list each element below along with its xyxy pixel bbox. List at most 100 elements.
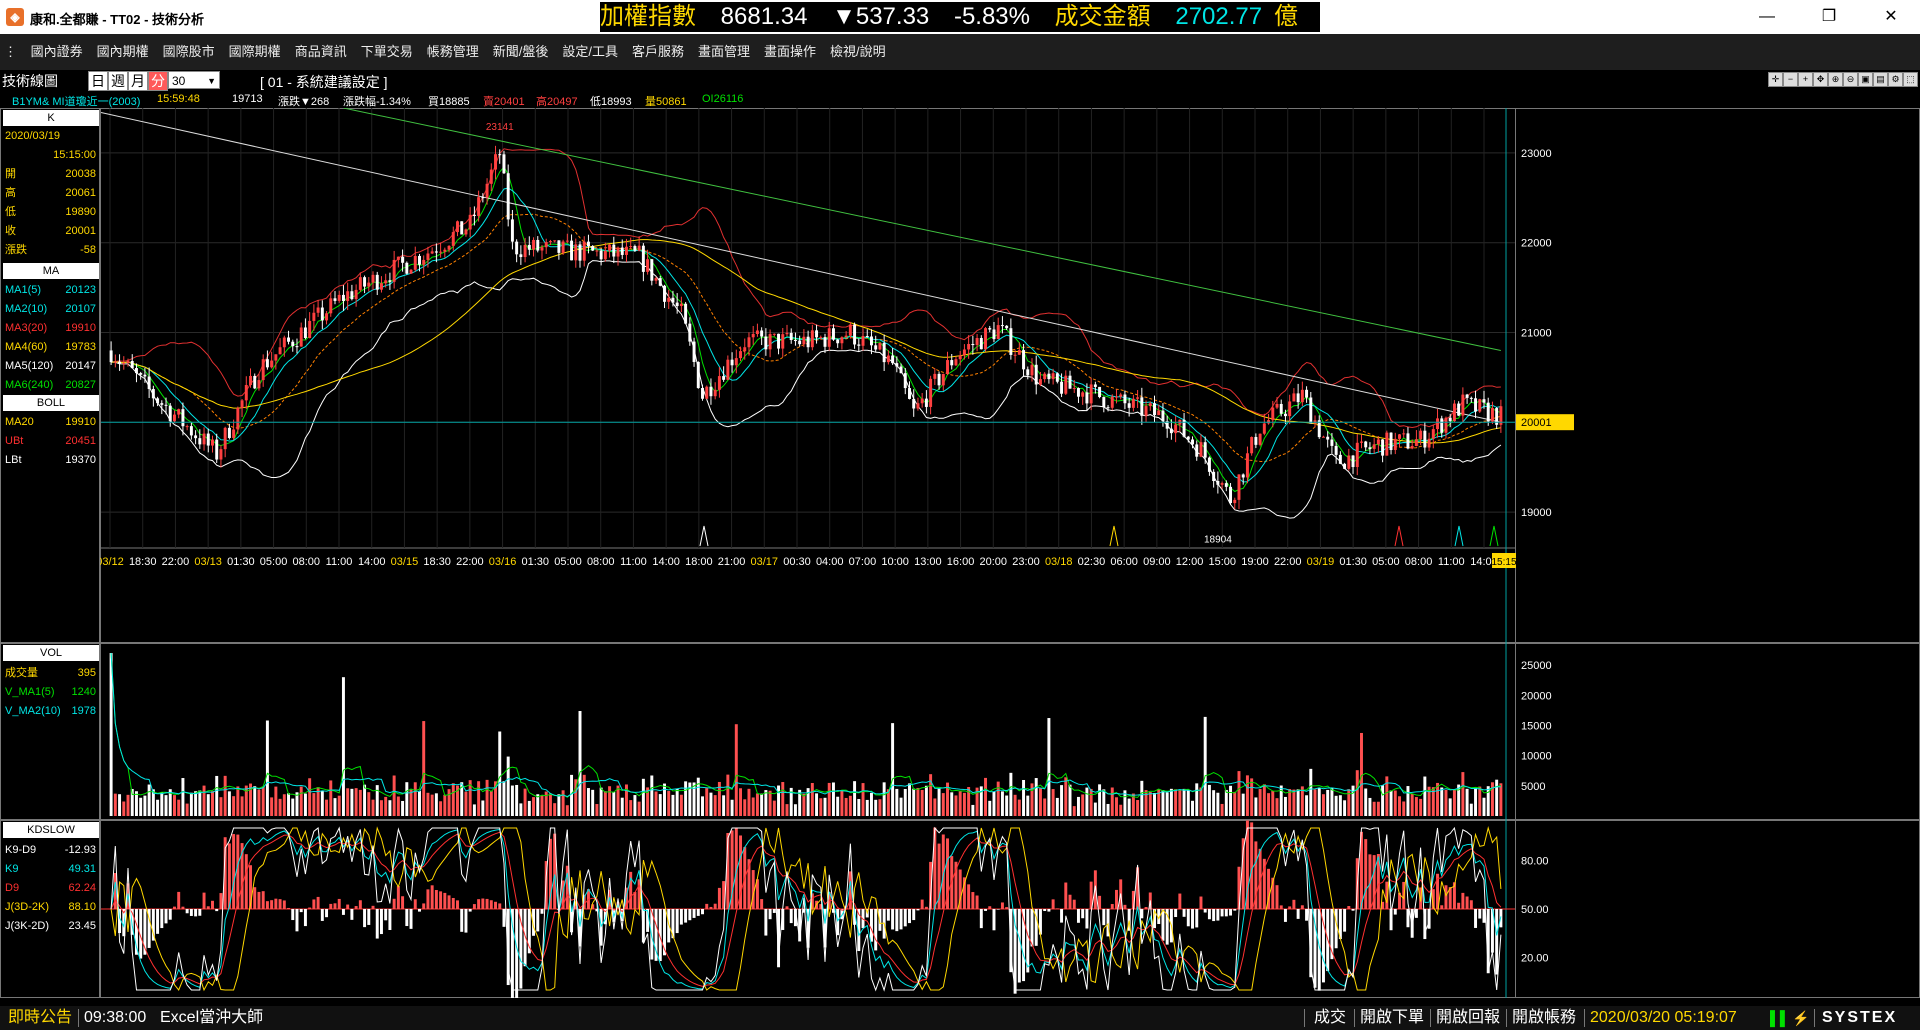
volume-bar bbox=[739, 788, 743, 816]
volume-bar bbox=[1000, 791, 1004, 816]
candle-body bbox=[194, 435, 198, 439]
candle-body bbox=[1338, 454, 1342, 464]
candle-body bbox=[439, 251, 443, 253]
volume-bar bbox=[510, 785, 514, 816]
volume-bar bbox=[663, 783, 666, 816]
volume-bar bbox=[1110, 787, 1114, 816]
menu-item[interactable]: 國際期權 bbox=[222, 34, 288, 70]
kd-diff-bar bbox=[1098, 895, 1102, 909]
trade-button[interactable]: 成交 bbox=[1314, 1006, 1346, 1030]
menu-item[interactable]: 國內證券 bbox=[24, 34, 90, 70]
volume-bar bbox=[903, 788, 907, 816]
zoom-in-icon[interactable]: ⊕ bbox=[1828, 72, 1843, 87]
save-icon[interactable]: ▣ bbox=[1858, 72, 1873, 87]
kd-diff-bar bbox=[984, 909, 988, 911]
menu-item[interactable]: 檢視/說明 bbox=[823, 34, 893, 70]
kd-diff-bar bbox=[1292, 899, 1296, 909]
candle-body bbox=[848, 324, 852, 336]
volume-bar bbox=[853, 781, 857, 816]
candle-body bbox=[278, 347, 282, 355]
period-week-button[interactable]: 週 bbox=[108, 71, 128, 91]
zoom-out-icon[interactable]: ⊖ bbox=[1843, 72, 1858, 87]
volume-bar bbox=[1140, 780, 1144, 816]
restore-button[interactable]: ❐ bbox=[1806, 0, 1852, 34]
volume-bar bbox=[1245, 775, 1249, 816]
volume-bar bbox=[430, 794, 434, 816]
minus-icon[interactable]: − bbox=[1783, 72, 1798, 87]
menu-item[interactable]: 畫面管理 bbox=[691, 34, 757, 70]
candle-body bbox=[515, 241, 519, 255]
chart-area[interactable]: 23000 22000 21000 20000 19000 03/12 18:30 22:00… bbox=[100, 108, 1920, 998]
volume-bar bbox=[1229, 785, 1233, 816]
kd-diff-bar bbox=[1081, 909, 1085, 919]
menu-item[interactable]: 客戶服務 bbox=[625, 34, 691, 70]
volume-bar bbox=[1089, 788, 1093, 816]
menu-item[interactable]: 下單交易 bbox=[354, 34, 420, 70]
x-tick-label: 08:00 bbox=[293, 556, 321, 568]
period-minute-button[interactable]: 分 bbox=[148, 71, 168, 91]
kd-diff-bar bbox=[451, 897, 455, 909]
open-account-button[interactable]: 開啟帳務 bbox=[1512, 1006, 1576, 1030]
volume-bar bbox=[768, 790, 772, 816]
x-tick-label: 11:00 bbox=[1438, 556, 1465, 568]
kd-diff-bar bbox=[257, 891, 261, 909]
kd-diff-bar bbox=[679, 909, 683, 925]
candle-body bbox=[777, 333, 781, 349]
open-order-button[interactable]: 開啟下單 bbox=[1360, 1006, 1424, 1030]
candle-body bbox=[641, 245, 645, 272]
minimize-button[interactable]: — bbox=[1744, 0, 1790, 34]
announcement-message[interactable]: Excel當沖大師 bbox=[160, 1006, 263, 1030]
volume-bar bbox=[223, 775, 227, 816]
candle-body bbox=[1368, 447, 1372, 449]
x-tick-label: 03/17 bbox=[751, 556, 779, 568]
interval-select[interactable]: 30 ▼ bbox=[168, 71, 220, 89]
volume-bar bbox=[912, 788, 916, 816]
volume-bar bbox=[257, 789, 261, 816]
settings-icon[interactable]: ⚙ bbox=[1888, 72, 1903, 87]
kd-diff-bar bbox=[920, 899, 924, 909]
volume-bar bbox=[540, 795, 544, 816]
volume-bar bbox=[641, 778, 645, 816]
volume-bar bbox=[1275, 798, 1279, 816]
fullscreen-icon[interactable]: ⬚ bbox=[1903, 72, 1918, 87]
candle-body bbox=[950, 360, 954, 366]
candle-body bbox=[139, 373, 143, 375]
menu-item[interactable]: 帳務管理 bbox=[420, 34, 486, 70]
menu-item[interactable]: 畫面操作 bbox=[757, 34, 823, 70]
kd-diff-bar bbox=[405, 909, 409, 927]
volume-bar bbox=[705, 788, 709, 816]
legend-key: D9 bbox=[5, 882, 20, 894]
menu-item[interactable]: 國內期權 bbox=[90, 34, 156, 70]
plus-icon[interactable]: + bbox=[1798, 72, 1813, 87]
kd-diff-bar bbox=[1051, 899, 1055, 909]
brand-logo: SYSTEX bbox=[1822, 1009, 1898, 1026]
settings-profile-label[interactable]: [ 01 - 系統建議設定 ] bbox=[260, 72, 388, 92]
menu-item[interactable]: 商品資訊 bbox=[288, 34, 354, 70]
volume-bar bbox=[1334, 795, 1338, 816]
candle-body bbox=[1144, 406, 1148, 416]
volume-bar bbox=[1191, 800, 1194, 816]
pan-icon[interactable]: ✥ bbox=[1813, 72, 1828, 87]
quote-info-line: B1YM& MI道瓊近一(2003) 15:59:48 19713 漲跌▼268… bbox=[0, 90, 1920, 108]
volume-bar bbox=[333, 798, 337, 816]
open-report-button[interactable]: 開啟回報 bbox=[1436, 1006, 1500, 1030]
candle-body bbox=[857, 344, 861, 346]
crosshair-icon[interactable]: ✛ bbox=[1768, 72, 1783, 87]
volume-bar bbox=[341, 677, 345, 816]
menu-item[interactable]: 新聞/盤後 bbox=[486, 34, 556, 70]
period-day-button[interactable]: 日 bbox=[88, 71, 108, 91]
period-month-button[interactable]: 月 bbox=[128, 71, 148, 91]
menu-item[interactable]: 國際股市 bbox=[156, 34, 222, 70]
kd-diff-bar bbox=[206, 906, 210, 909]
close-button[interactable]: ✕ bbox=[1868, 0, 1914, 34]
menu-item[interactable]: 設定/工具 bbox=[555, 34, 625, 70]
kd-diff-bar bbox=[363, 909, 367, 928]
candle-body bbox=[1279, 403, 1283, 414]
announcement-label[interactable]: 即時公告 bbox=[8, 1006, 72, 1030]
volume-bar bbox=[1207, 784, 1211, 816]
kd-diff-bar bbox=[1178, 893, 1182, 909]
ma10-line bbox=[111, 187, 1502, 483]
print-icon[interactable]: ▤ bbox=[1873, 72, 1888, 87]
x-tick-label: 18:30 bbox=[129, 556, 157, 568]
candle-body bbox=[1220, 483, 1224, 485]
